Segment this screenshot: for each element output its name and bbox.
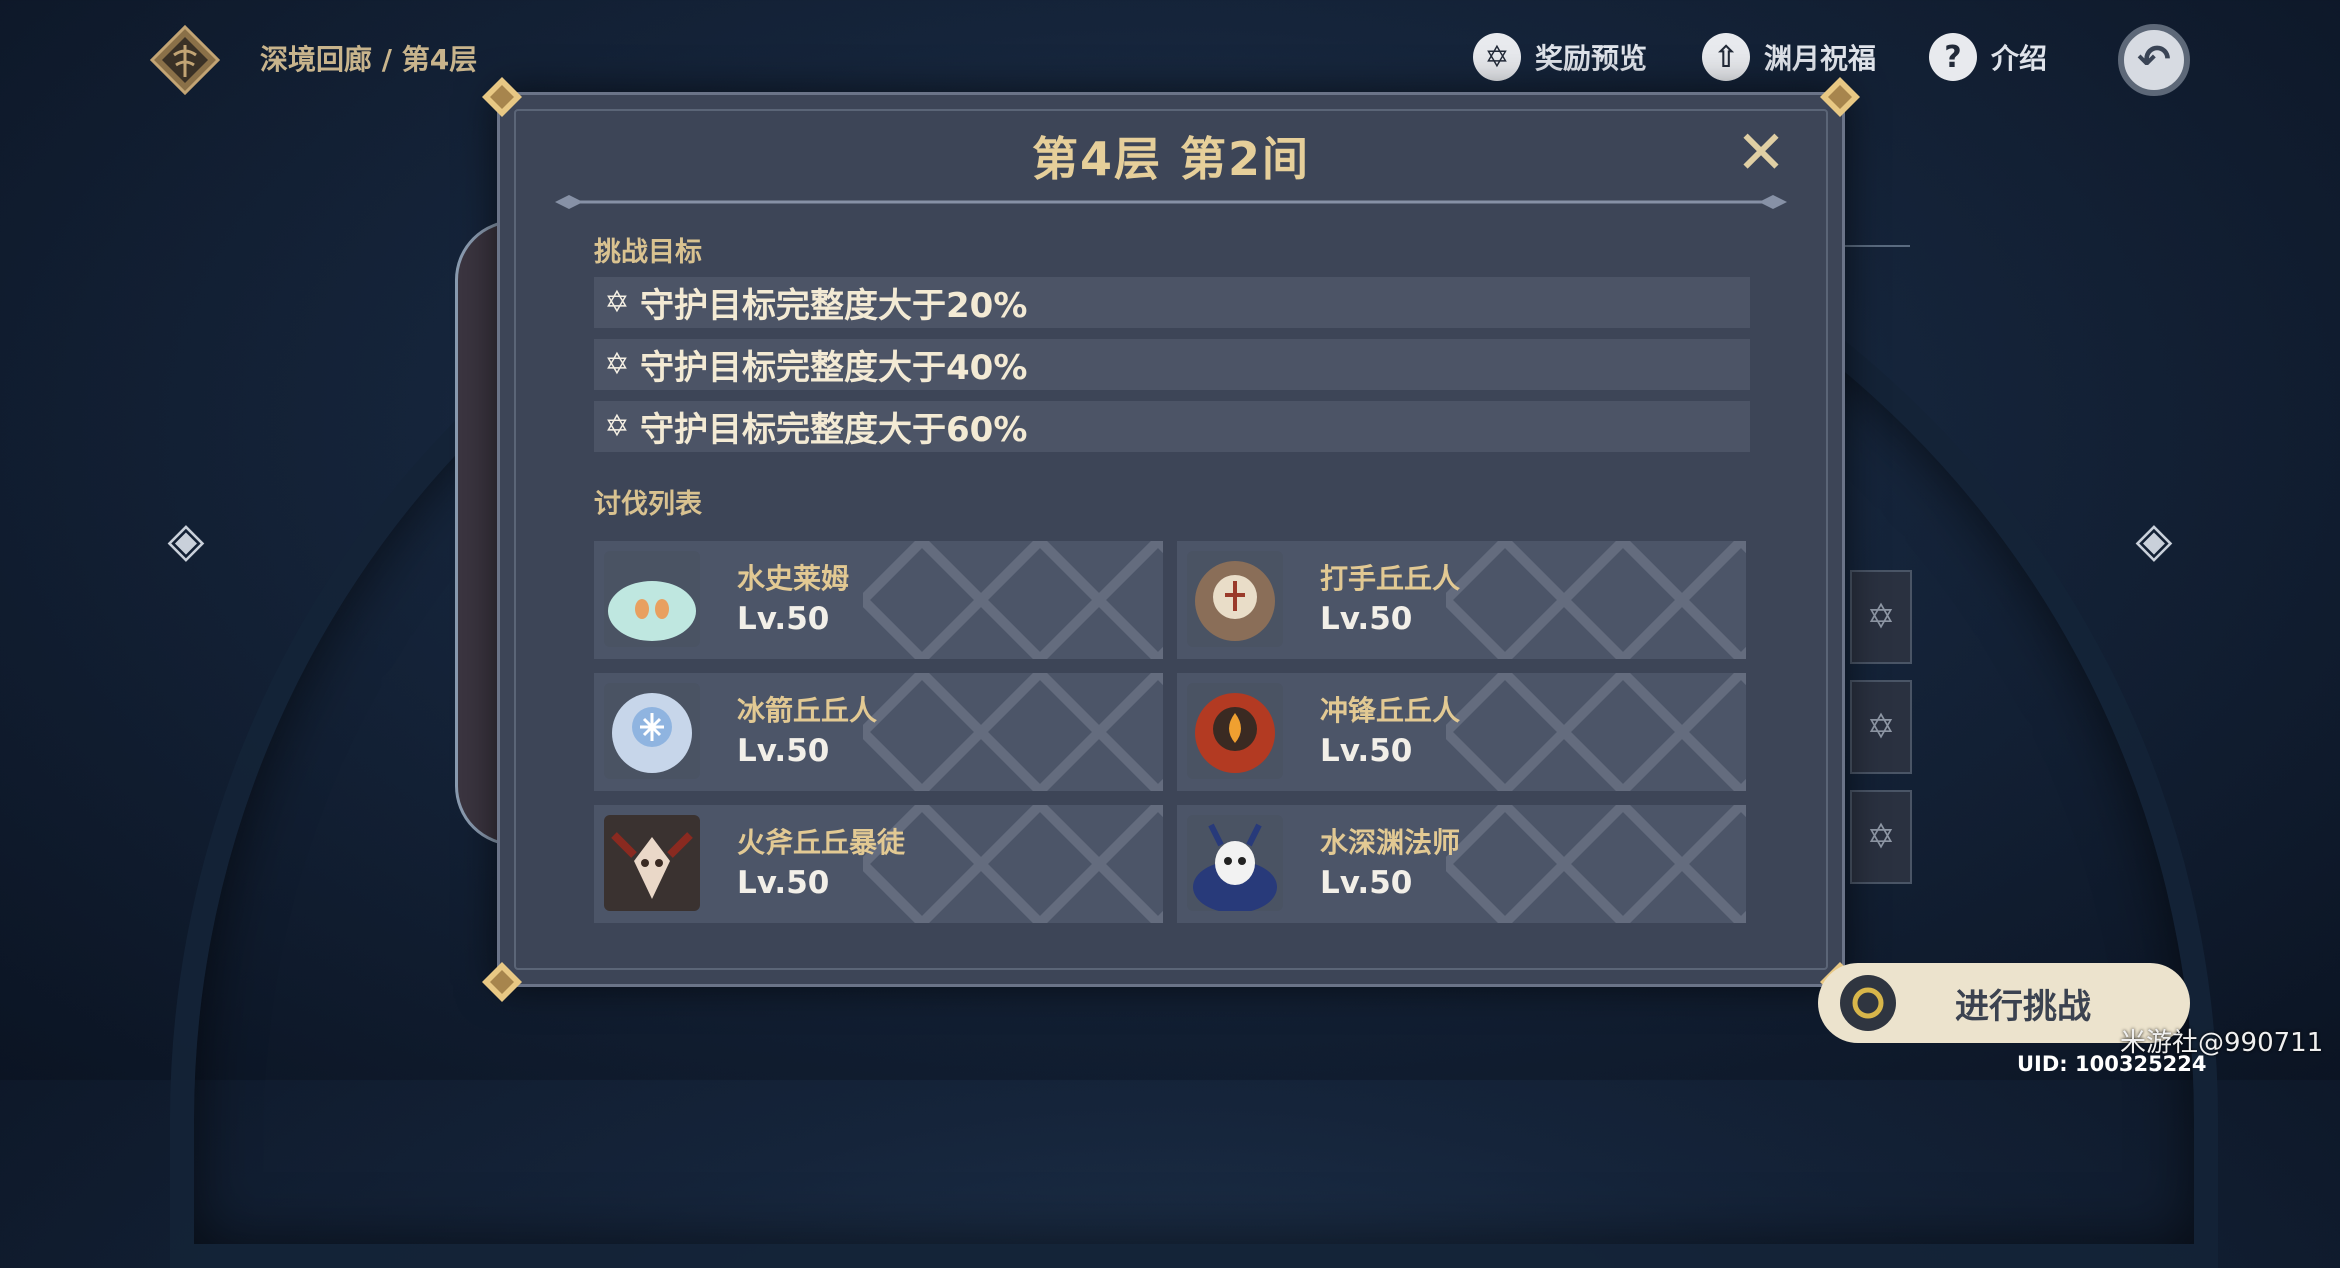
close-icon: ✕ [1735,118,1787,188]
corner-ornament-icon [482,77,522,117]
introduction-button[interactable]: ? 介绍 [1929,33,2047,81]
enemy-card[interactable]: 火斧丘丘暴徒 Lv.50 [594,805,1163,923]
reward-preview-button[interactable]: ✡ 奖励预览 [1473,33,1647,81]
start-challenge-label: 进行挑战 [1955,986,2091,1027]
background-divider [1840,245,1910,247]
enemy-level: Lv.50 [1320,865,1413,901]
star-icon: ✡ [1473,33,1521,81]
background-star-tile: ✡ [1850,570,1912,664]
challenge-ring-icon [1840,975,1896,1031]
card-pattern [1446,805,1746,923]
enemy-list-heading: 讨伐列表 [594,489,702,520]
pyro-mitachurl-icon [604,815,700,911]
enemy-level: Lv.50 [1320,601,1413,637]
enemy-card[interactable]: 冲锋丘丘人 Lv.50 [1177,673,1746,791]
enemy-name: 冰箭丘丘人 [737,694,878,727]
objective-row: ✡ 守护目标完整度大于40% [594,339,1750,390]
enemy-card[interactable]: 打手丘丘人 Lv.50 [1177,541,1746,659]
enemy-name: 冲锋丘丘人 [1320,694,1461,727]
previous-chamber-arrow-icon[interactable]: ◈ [160,512,212,568]
next-chamber-arrow-icon[interactable]: ◈ [2128,512,2180,568]
objective-row: ✡ 守护目标完整度大于60% [594,401,1750,452]
card-pattern [1446,673,1746,791]
corner-ornament-icon [482,962,522,1002]
back-button[interactable]: ↶ [2118,24,2190,96]
enemy-level: Lv.50 [737,601,830,637]
hilichurl-fighter-icon [1187,551,1283,647]
background-star-tile: ✡ [1850,790,1912,884]
card-pattern [1446,541,1746,659]
objective-text: 守护目标完整度大于40% [640,348,1028,388]
card-pattern [863,805,1163,923]
objective-row: ✡ 守护目标完整度大于20% [594,277,1750,328]
objectives-heading: 挑战目标 [594,237,702,268]
enemy-level: Lv.50 [737,865,830,901]
breadcrumb: 深境回廊 / 第4层 [260,43,478,76]
enemy-card[interactable]: 水深渊法师 Lv.50 [1177,805,1746,923]
reward-preview-label: 奖励预览 [1535,42,1648,75]
enemy-level: Lv.50 [1320,733,1413,769]
star-icon: ✡ [604,409,630,444]
enemy-name: 水史莱姆 [737,562,850,595]
hilichurl-berserker-icon [1187,683,1283,779]
background-star-tile: ✡ [1850,680,1912,774]
uid-label: UID: 100325224 [2017,1052,2207,1076]
introduction-label: 介绍 [1991,42,2048,75]
star-icon: ✡ [604,347,630,382]
back-arrow-icon: ↶ [2137,37,2171,83]
hydro-abyss-mage-icon [1187,815,1283,911]
enemy-card[interactable]: 水史莱姆 Lv.50 [594,541,1163,659]
enemy-name: 火斧丘丘暴徒 [737,826,906,859]
blessing-label: 渊月祝福 [1764,42,1877,75]
enemy-name: 打手丘丘人 [1320,562,1461,595]
star-icon: ✡ [604,285,630,320]
dialog-title: 第4层 第2间 [1031,132,1311,186]
card-pattern [863,541,1163,659]
corner-ornament-icon [1820,77,1860,117]
enemy-card[interactable]: 冰箭丘丘人 Lv.50 [594,673,1163,791]
objective-text: 守护目标完整度大于20% [640,286,1028,326]
close-button[interactable]: ✕ [1733,123,1789,183]
cryo-hilichurl-shooter-icon [604,683,700,779]
hydro-slime-icon [604,551,700,647]
abyssal-moon-blessing-button[interactable]: ⇧ 渊月祝福 [1702,33,1876,81]
upload-icon: ⇧ [1702,33,1750,81]
enemy-level: Lv.50 [737,733,830,769]
chamber-detail-dialog: 第4层 第2间 ✕ 挑战目标 ✡ 守护目标完整度大于20% ✡ 守护目标完整度大… [482,77,1860,1002]
objective-text: 守护目标完整度大于60% [640,410,1028,450]
title-divider [555,195,1787,209]
spiral-abyss-logo-icon [150,25,220,95]
help-icon: ? [1929,33,1977,81]
enemy-name: 水深渊法师 [1320,826,1461,859]
card-pattern [863,673,1163,791]
